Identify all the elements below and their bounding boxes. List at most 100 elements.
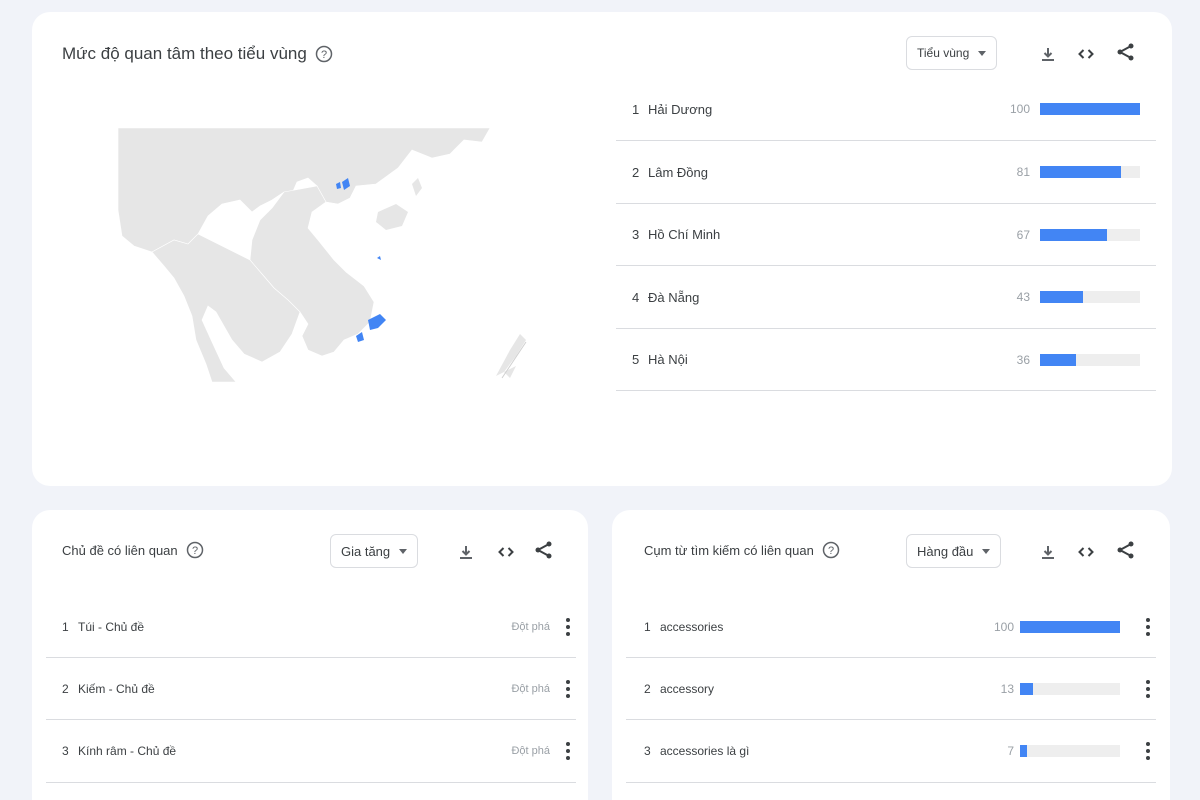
region-value: 43 <box>1016 290 1030 304</box>
topics-card-title-text: Chủ đề có liên quan <box>62 542 178 558</box>
query-row[interactable]: 1 accessories 100 <box>626 596 1156 658</box>
query-bar-fill <box>1020 745 1027 757</box>
query-row[interactable]: 3 accessories là gì 7 <box>626 720 1156 783</box>
region-name: Hải Dương <box>648 101 713 117</box>
region-value: 100 <box>1009 102 1030 116</box>
queries-card-title: Cụm từ tìm kiếm có liên quan ? <box>644 541 840 559</box>
query-rank: 3 <box>644 744 651 758</box>
related-queries-card: Cụm từ tìm kiếm có liên quan ? Hàng đầu … <box>612 510 1170 800</box>
topic-row[interactable]: 3 Kính râm - Chủ đề Đột phá <box>46 720 576 783</box>
query-name: accessory <box>660 681 715 696</box>
more-vert-icon[interactable] <box>1146 742 1150 760</box>
more-vert-icon[interactable] <box>566 617 570 636</box>
svg-text:?: ? <box>828 545 834 557</box>
embed-icon[interactable] <box>1076 542 1096 562</box>
share-icon[interactable] <box>1116 42 1136 62</box>
region-value: 36 <box>1016 352 1030 367</box>
region-bar-fill <box>1040 228 1107 241</box>
region-bar <box>1040 166 1140 178</box>
topic-row[interactable]: 2 Kiếm - Chủ đề Đột phá <box>46 658 576 720</box>
download-icon[interactable] <box>456 542 476 562</box>
topic-name: Kiếm - Chủ đề <box>78 681 155 696</box>
region-rank: 1 <box>632 101 640 117</box>
region-bar <box>1040 228 1140 241</box>
topic-rank: 1 <box>62 619 69 634</box>
region-name: Lâm Đồng <box>648 164 708 180</box>
region-interest-card: Mức độ quan tâm theo tiểu vùng ? Tiểu vù… <box>32 12 1172 486</box>
queries-card-title-text: Cụm từ tìm kiếm có liên quan <box>644 542 814 558</box>
query-row[interactable]: 2 accessory 13 <box>626 658 1156 720</box>
region-dropdown-label: Tiểu vùng <box>917 46 970 60</box>
topic-row[interactable]: 1 Túi - Chủ đề Đột phá <box>46 596 576 658</box>
region-card-title: Mức độ quan tâm theo tiểu vùng ? <box>62 44 333 64</box>
help-icon[interactable]: ? <box>315 45 333 63</box>
topic-rank: 3 <box>62 744 69 758</box>
region-bar <box>1040 353 1140 366</box>
map-highlight-da-nang <box>377 256 381 260</box>
query-bar <box>1020 745 1120 757</box>
region-resolution-dropdown[interactable]: Tiểu vùng <box>906 36 998 70</box>
region-card-title-text: Mức độ quan tâm theo tiểu vùng <box>62 44 307 63</box>
query-rank: 2 <box>644 681 651 696</box>
embed-icon[interactable] <box>496 542 516 562</box>
query-value: 13 <box>1000 681 1014 696</box>
topic-status: Đột phá <box>511 682 550 695</box>
related-topics-card: Chủ đề có liên quan ? Gia tăng 1 Túi - C… <box>32 510 588 800</box>
caret-down-icon <box>399 548 408 554</box>
download-icon[interactable] <box>1038 44 1058 64</box>
topic-rank: 2 <box>62 681 69 696</box>
region-name: Hà Nội <box>648 352 688 367</box>
share-icon[interactable] <box>534 540 554 560</box>
region-row[interactable]: 3 Hồ Chí Minh 67 <box>616 204 1156 266</box>
query-bar-fill <box>1020 620 1120 633</box>
topic-status: Đột phá <box>511 620 550 633</box>
region-name: Đà Nẵng <box>648 289 700 305</box>
svg-text:?: ? <box>192 545 198 557</box>
more-vert-icon[interactable] <box>1146 679 1150 698</box>
region-row[interactable]: 5 Hà Nội 36 <box>616 329 1156 391</box>
region-row[interactable]: 2 Lâm Đồng 81 <box>616 141 1156 204</box>
region-rank: 5 <box>632 352 640 367</box>
download-icon[interactable] <box>1038 542 1058 562</box>
query-bar <box>1020 682 1120 695</box>
region-bar-fill <box>1040 166 1121 178</box>
region-bar <box>1040 291 1140 303</box>
region-map[interactable] <box>112 120 532 390</box>
embed-icon[interactable] <box>1076 44 1096 64</box>
topic-status: Đột phá <box>511 745 550 757</box>
region-bar-fill <box>1040 291 1083 303</box>
queries-dropdown-label: Hàng đầu <box>917 543 974 559</box>
region-row[interactable]: 4 Đà Nẵng 43 <box>616 266 1156 329</box>
map-island-hainan <box>376 204 408 230</box>
region-rank: 3 <box>632 227 640 242</box>
region-bar <box>1040 103 1140 115</box>
region-row[interactable]: 1 Hải Dương 100 <box>616 78 1156 141</box>
query-name: accessories <box>660 619 724 634</box>
region-rank: 4 <box>632 289 640 305</box>
svg-text:?: ? <box>321 49 327 61</box>
more-vert-icon[interactable] <box>566 742 570 760</box>
query-name: accessories là gì <box>660 744 750 758</box>
help-icon[interactable]: ? <box>822 541 840 559</box>
region-bar-fill <box>1040 103 1140 115</box>
query-bar <box>1020 620 1120 633</box>
region-rank: 2 <box>632 164 640 180</box>
region-bar-fill <box>1040 353 1076 366</box>
topics-filter-dropdown[interactable]: Gia tăng <box>330 534 419 568</box>
more-vert-icon[interactable] <box>566 679 570 698</box>
query-rank: 1 <box>644 619 651 634</box>
topics-dropdown-label: Gia tăng <box>341 543 391 559</box>
queries-filter-dropdown[interactable]: Hàng đầu <box>906 534 1002 568</box>
more-vert-icon[interactable] <box>1146 617 1150 636</box>
query-value: 100 <box>993 619 1014 634</box>
topic-name: Túi - Chủ đề <box>78 619 145 634</box>
query-value: 7 <box>1007 744 1014 758</box>
share-icon[interactable] <box>1116 540 1136 560</box>
map-island-taiwan <box>412 178 422 196</box>
region-value: 81 <box>1016 165 1030 179</box>
region-value: 67 <box>1016 227 1030 242</box>
topics-card-title: Chủ đề có liên quan ? <box>62 541 204 559</box>
help-icon[interactable]: ? <box>186 541 204 559</box>
caret-down-icon <box>978 50 987 56</box>
query-bar-fill <box>1020 682 1033 695</box>
